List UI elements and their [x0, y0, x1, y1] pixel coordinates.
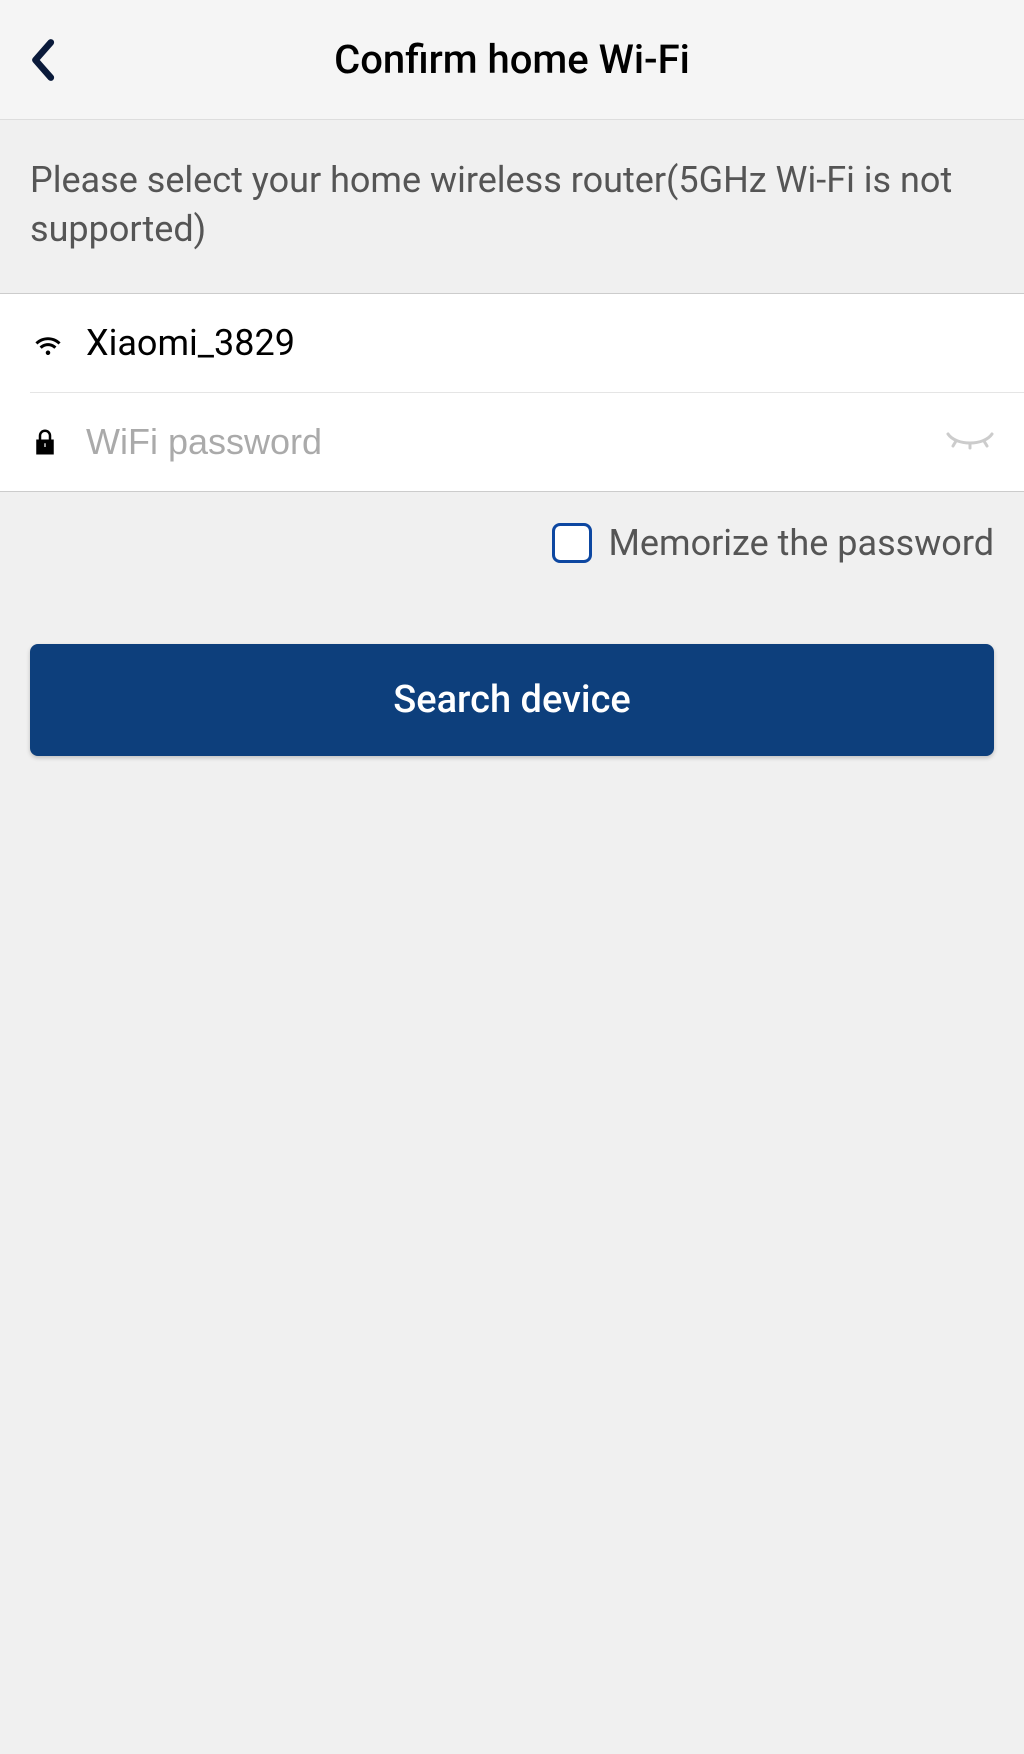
- memorize-row: Memorize the password: [0, 492, 1024, 564]
- password-row: [30, 392, 1024, 491]
- eye-closed-icon: [946, 430, 994, 450]
- instruction-text: Please select your home wireless router(…: [0, 120, 1024, 293]
- chevron-left-icon: [28, 38, 56, 82]
- back-button[interactable]: [28, 38, 68, 86]
- memorize-checkbox[interactable]: [552, 523, 592, 563]
- ssid-value: Xiaomi_3829: [86, 322, 295, 364]
- page-title: Confirm home Wi-Fi: [0, 36, 1024, 83]
- password-input[interactable]: [86, 421, 994, 463]
- wifi-icon: [30, 325, 66, 361]
- toggle-password-visibility-button[interactable]: [946, 430, 994, 454]
- lock-icon: [30, 426, 60, 458]
- header-bar: Confirm home Wi-Fi: [0, 0, 1024, 120]
- memorize-label: Memorize the password: [608, 522, 994, 564]
- search-device-button[interactable]: Search device: [30, 644, 994, 756]
- ssid-row[interactable]: Xiaomi_3829: [0, 294, 1024, 392]
- wifi-form: Xiaomi_3829: [0, 293, 1024, 492]
